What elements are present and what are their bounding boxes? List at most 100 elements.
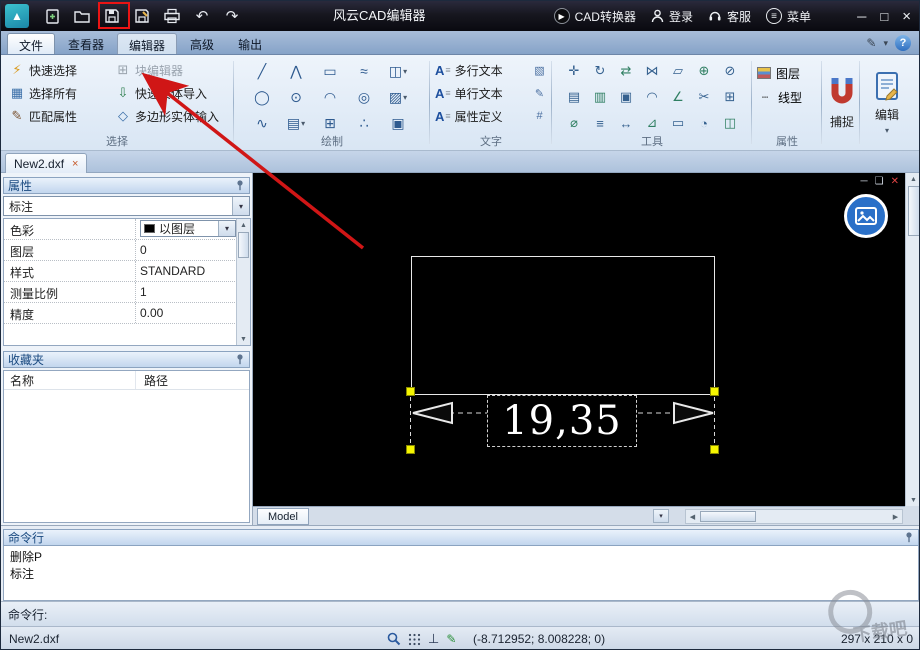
property-row[interactable]: 精度 0.00 [4,303,237,324]
model-tab[interactable]: Model [257,508,309,525]
rectangle-tool-button[interactable]: ▭ [313,58,347,84]
region-tool-button[interactable]: ◫ ▾ [381,58,415,84]
scroll-down-icon[interactable]: ▼ [240,333,247,345]
join-tool-button[interactable]: ⋈ [639,58,665,84]
document-tab-close-icon[interactable]: × [72,158,78,170]
block-insert-button[interactable]: ⊞ [717,84,743,110]
block-editor-button[interactable]: ⊞ 块编辑器 [115,60,183,80]
tab-file[interactable]: 文件 [7,33,56,54]
menu-button[interactable]: ≡ 菜单 [765,8,811,25]
trim-tool-button[interactable]: ✂ [691,84,717,110]
layer-button[interactable]: 图层 [757,63,800,83]
pin-icon[interactable] [904,532,914,543]
scroll-up-icon[interactable]: ▲ [240,219,247,231]
tab-output[interactable]: 输出 [227,33,273,54]
edit-text-icon[interactable]: ✎ [532,87,547,100]
color-dropdown-icon[interactable]: ▾ [218,221,235,236]
layout-dropdown-icon[interactable]: ▾ [653,509,669,523]
property-row[interactable]: 测量比例 1 [4,282,237,303]
print-button[interactable] [157,2,187,30]
minimize-button[interactable]: ─ [857,9,866,24]
maximize-button[interactable]: □ [880,9,888,24]
ellipse-tool-button[interactable]: ⊙ [279,84,313,110]
grip-handle[interactable] [710,445,719,454]
open-file-button[interactable] [67,2,97,30]
revcloud-tool-button[interactable]: ≈ [347,58,381,84]
grid-snap-icon[interactable] [408,633,421,646]
xref-detach-button[interactable]: ⊘ [717,58,743,84]
save-as-button[interactable] [127,2,157,30]
vscroll-thumb[interactable] [907,186,919,236]
customize-icon[interactable]: ✎ [866,36,876,50]
horizontal-scrollbar[interactable]: ◀ ▶ [685,509,903,524]
field-icon[interactable]: # [532,110,547,122]
edit-button[interactable]: 编辑 ▾ [863,60,911,146]
donut-tool-button[interactable]: ◎ [347,84,381,110]
snap-button[interactable]: 捕捉 [825,60,859,146]
quick-select-button[interactable]: ⚡ 快速选择 [9,60,77,80]
customer-service-button[interactable]: 客服 [708,8,751,25]
properties-scrollbar[interactable]: ▲ ▼ [236,219,250,345]
property-row[interactable]: 图层 0 [4,240,237,261]
draw-status-icon[interactable]: ✎ [446,632,456,646]
pin-icon[interactable] [235,354,245,365]
new-file-button[interactable] [37,2,67,30]
chamfer-tool-button[interactable]: ∠ [665,84,691,110]
select-all-button[interactable]: ▦ 选择所有 [9,83,77,103]
close-button[interactable]: × [902,8,911,25]
move-tool-button[interactable]: ✛ [561,58,587,84]
help-button[interactable]: ? [895,35,911,51]
drawing-canvas[interactable]: ─ ❏ ✕ 19,35 [253,173,905,506]
scroll-right-icon[interactable]: ▶ [889,513,902,521]
array-tool-button[interactable]: ▤ [561,84,587,110]
grip-handle[interactable] [406,445,415,454]
arc-tool-button[interactable]: ◠ [313,84,347,110]
ortho-icon[interactable]: ⊥ [428,631,439,647]
favorites-name-column[interactable]: 名称 [4,371,136,389]
offset-tool-button[interactable]: ▱ [665,58,691,84]
command-input[interactable] [53,605,919,623]
pin-icon[interactable] [235,180,245,191]
scroll-thumb[interactable] [238,232,249,258]
scroll-down-icon[interactable]: ▼ [910,494,917,506]
login-button[interactable]: 登录 [651,8,693,25]
stext-button[interactable]: A ≡ 单行文本 ✎ [435,83,547,103]
property-row[interactable]: 色彩 以图层 ▾ [4,219,237,240]
hscroll-thumb[interactable] [700,511,756,522]
linetype-button[interactable]: ┄ 线型 [757,87,802,107]
mtext-button[interactable]: A ≡ 多行文本 ▧ [435,60,547,80]
redo-button[interactable]: ↷ [217,2,247,30]
cad-converter-button[interactable]: ▶ CAD转换器 [553,8,636,25]
find-text-icon[interactable]: ▧ [532,64,547,77]
dimension-text[interactable]: 19,35 [487,395,637,447]
array-rect-tool-button[interactable]: ▥ [587,84,613,110]
mirror-tool-button[interactable]: ⇄ [613,58,639,84]
edit-chevron-icon[interactable]: ▾ [885,126,889,135]
property-row[interactable]: 样式 STANDARD [4,261,237,282]
hatch-tool-button[interactable]: ▨ ▾ [381,84,415,110]
match-properties-button[interactable]: ✎ 匹配属性 [9,106,77,126]
scroll-up-icon[interactable]: ▲ [910,173,917,185]
line-tool-button[interactable]: ╱ [245,58,279,84]
scroll-left-icon[interactable]: ◀ [686,513,699,521]
circle-tool-button[interactable]: ◯ [245,84,279,110]
zoom-icon[interactable] [387,632,401,646]
rotate-tool-button[interactable]: ↻ [587,58,613,84]
favorites-path-column[interactable]: 路径 [136,372,168,389]
grip-handle[interactable] [710,387,719,396]
xref-attach-button[interactable]: ⊕ [691,58,717,84]
polygon-entity-input-button[interactable]: ◇ 多边形实体输入 [115,106,219,126]
grip-handle[interactable] [406,387,415,396]
annotation-type-dropdown-icon[interactable]: ▾ [232,197,249,215]
tab-viewer[interactable]: 查看器 [57,33,115,54]
quick-entity-import-button[interactable]: ⇩ 快速实体导入 [115,83,207,103]
copy-tool-button[interactable]: ▣ [613,84,639,110]
undo-button[interactable]: ↶ [187,2,217,30]
document-tab[interactable]: New2.dxf × [5,153,88,173]
command-history[interactable]: 删除P 标注 [3,546,919,601]
customize-chevron-icon[interactable]: ▾ [883,38,888,49]
tab-editor[interactable]: 编辑器 [117,33,178,54]
color-select[interactable]: 以图层 ▾ [140,220,236,237]
vertical-scrollbar[interactable]: ▲ ▼ [905,173,919,506]
attribute-define-button[interactable]: A ≡ 属性定义 # [435,106,547,126]
